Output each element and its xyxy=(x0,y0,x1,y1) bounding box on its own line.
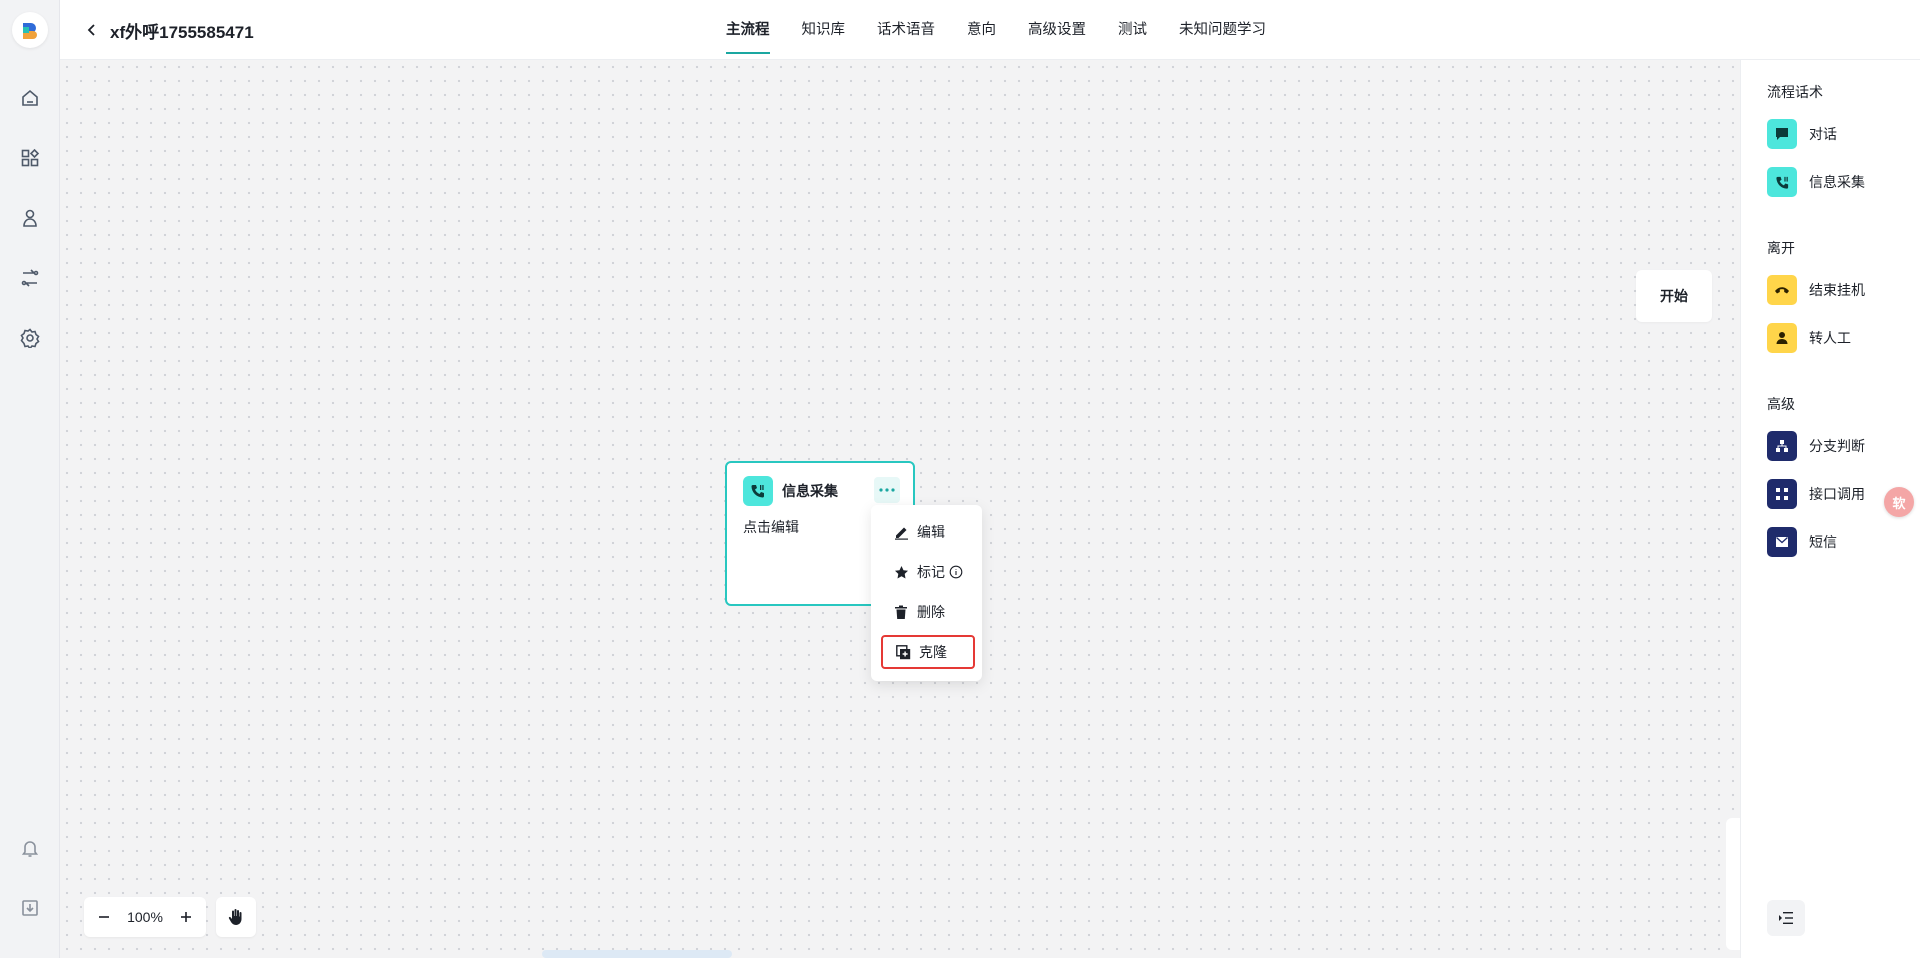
download-icon[interactable] xyxy=(16,894,44,922)
pan-hand-icon[interactable] xyxy=(216,897,256,937)
tab-script-voice[interactable]: 话术语音 xyxy=(877,0,935,60)
section-title-leave: 离开 xyxy=(1767,240,1795,256)
node-title: 信息采集 xyxy=(782,483,838,499)
page-title: xf外呼1755585471 xyxy=(110,23,254,42)
zoom-out-button[interactable] xyxy=(94,907,114,927)
palette-item-branch[interactable]: 分支判断 xyxy=(1767,431,1865,461)
tab-advanced-settings[interactable]: 高级设置 xyxy=(1028,0,1086,60)
menu-item-clone[interactable]: 克隆 xyxy=(881,635,975,669)
more-options-icon[interactable] xyxy=(874,477,900,503)
tab-test[interactable]: 测试 xyxy=(1118,0,1147,60)
palette-item-api-call[interactable]: 接口调用 xyxy=(1767,479,1865,509)
palette-item-info-collection[interactable]: 信息采集 xyxy=(1767,167,1865,197)
palette-item-transfer-human[interactable]: 转人工 xyxy=(1767,323,1851,353)
phone-icon xyxy=(1767,167,1797,197)
phone-icon xyxy=(743,476,773,506)
left-sidebar xyxy=(0,0,60,958)
settings-icon[interactable] xyxy=(16,324,44,352)
bell-icon[interactable] xyxy=(16,834,44,862)
tab-knowledge-base[interactable]: 知识库 xyxy=(802,0,846,60)
palette-item-end-hangup[interactable]: 结束挂机 xyxy=(1767,275,1865,305)
menu-item-delete[interactable]: 删除 xyxy=(881,595,975,629)
flow-icon[interactable] xyxy=(16,264,44,292)
horizontal-scrollbar[interactable] xyxy=(542,950,732,958)
tab-main-flow[interactable]: 主流程 xyxy=(726,0,770,60)
palette-item-sms[interactable]: 短信 xyxy=(1767,527,1837,557)
tab-intent[interactable]: 意向 xyxy=(967,0,996,60)
apps-icon[interactable] xyxy=(16,144,44,172)
start-node[interactable]: 开始 xyxy=(1636,270,1712,322)
back-arrow-icon[interactable] xyxy=(80,18,104,42)
zoom-controls: 100% xyxy=(84,897,206,937)
users-icon[interactable] xyxy=(16,204,44,232)
main-tabs: 主流程 知识库 话术语音 意向 高级设置 测试 未知问题学习 xyxy=(726,0,1298,60)
home-icon[interactable] xyxy=(16,84,44,112)
clone-icon xyxy=(895,644,911,660)
node-body-text[interactable]: 点击编辑 xyxy=(743,517,799,537)
canvas-edge xyxy=(1726,818,1740,950)
floating-assistant-icon[interactable]: 软 xyxy=(1884,487,1914,517)
tab-unknown-question-learning[interactable]: 未知问题学习 xyxy=(1179,0,1266,60)
collapse-panel-icon[interactable] xyxy=(1767,900,1805,936)
person-icon xyxy=(1767,323,1797,353)
chat-icon xyxy=(1767,119,1797,149)
hangup-icon xyxy=(1767,275,1797,305)
branch-icon xyxy=(1767,431,1797,461)
api-icon xyxy=(1767,479,1797,509)
zoom-in-button[interactable] xyxy=(176,907,196,927)
palette-item-dialog[interactable]: 对话 xyxy=(1767,119,1837,149)
node-context-menu: 编辑 标记 删除 克隆 xyxy=(871,505,982,681)
app-logo[interactable] xyxy=(12,12,48,48)
section-title-flow-script: 流程话术 xyxy=(1767,84,1823,100)
trash-icon xyxy=(893,604,909,620)
star-icon xyxy=(893,564,909,580)
edit-icon xyxy=(893,524,909,540)
menu-item-edit[interactable]: 编辑 xyxy=(881,515,975,549)
section-title-advanced: 高级 xyxy=(1767,396,1795,412)
info-icon[interactable] xyxy=(949,565,963,579)
menu-item-mark[interactable]: 标记 xyxy=(881,555,975,589)
top-header: xf外呼1755585471 主流程 知识库 话术语音 意向 高级设置 测试 未… xyxy=(60,0,1920,60)
zoom-level: 100% xyxy=(127,909,163,925)
mail-icon xyxy=(1767,527,1797,557)
